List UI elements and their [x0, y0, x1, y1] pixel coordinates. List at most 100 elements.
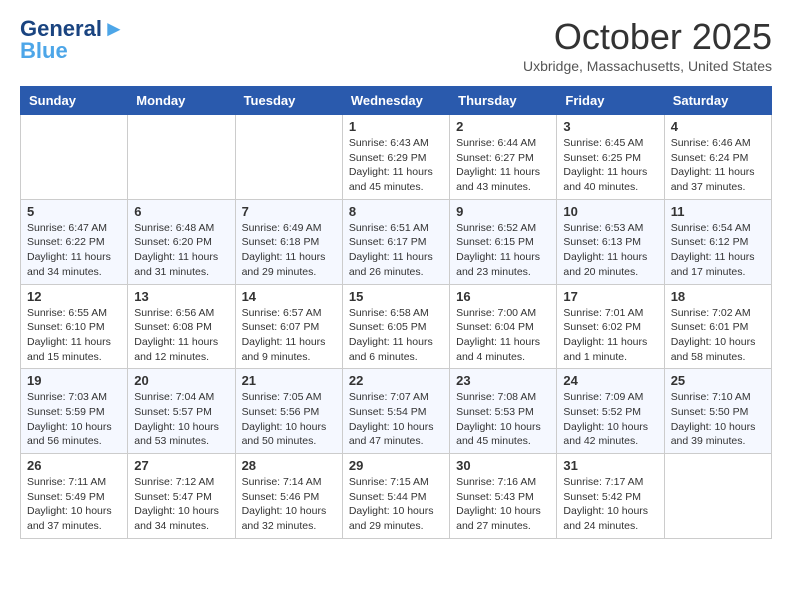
day-number: 24 [563, 373, 657, 388]
day-info: Sunrise: 7:02 AM Sunset: 6:01 PM Dayligh… [671, 306, 765, 365]
calendar-cell: 1 Sunrise: 6:43 AM Sunset: 6:29 PM Daylig… [342, 115, 449, 200]
logo-blue: Blue [20, 38, 68, 64]
day-number: 23 [456, 373, 550, 388]
calendar-cell: 18 Sunrise: 7:02 AM Sunset: 6:01 PM Dayli… [664, 284, 771, 369]
day-info: Sunrise: 7:07 AM Sunset: 5:54 PM Dayligh… [349, 390, 443, 449]
day-number: 22 [349, 373, 443, 388]
header: General ► Blue October 2025 Uxbridge, Ma… [20, 16, 772, 74]
day-info: Sunrise: 6:51 AM Sunset: 6:17 PM Dayligh… [349, 221, 443, 280]
day-number: 26 [27, 458, 121, 473]
calendar-cell: 25Sunrise: 7:10 AM Sunset: 5:50 PM Dayli… [664, 369, 771, 454]
logo: General ► Blue [20, 16, 125, 64]
day-number: 21 [242, 373, 336, 388]
day-number: 11 [671, 204, 765, 219]
day-info: Sunrise: 7:09 AM Sunset: 5:52 PM Dayligh… [563, 390, 657, 449]
day-number: 20 [134, 373, 228, 388]
calendar-week-1: 1 Sunrise: 6:43 AM Sunset: 6:29 PM Daylig… [21, 115, 772, 200]
calendar-cell: 23 Sunrise: 7:08 AM Sunset: 5:53 PM Dayli… [450, 369, 557, 454]
day-number: 29 [349, 458, 443, 473]
day-number: 25 [671, 373, 765, 388]
day-number: 17 [563, 289, 657, 304]
day-info: Sunrise: 7:04 AM Sunset: 5:57 PM Dayligh… [134, 390, 228, 449]
calendar-cell: 29 Sunrise: 7:15 AM Sunset: 5:44 PM Dayli… [342, 454, 449, 539]
calendar-cell: 9Sunrise: 6:52 AM Sunset: 6:15 PM Daylig… [450, 199, 557, 284]
calendar-cell: 27Sunrise: 7:12 AM Sunset: 5:47 PM Dayli… [128, 454, 235, 539]
day-info: Sunrise: 7:16 AM Sunset: 5:43 PM Dayligh… [456, 475, 550, 534]
day-info: Sunrise: 6:57 AM Sunset: 6:07 PM Dayligh… [242, 306, 336, 365]
day-info: Sunrise: 6:43 AM Sunset: 6:29 PM Dayligh… [349, 136, 443, 195]
calendar-cell: 24 Sunrise: 7:09 AM Sunset: 5:52 PM Dayli… [557, 369, 664, 454]
day-number: 12 [27, 289, 121, 304]
calendar-cell: 26Sunrise: 7:11 AM Sunset: 5:49 PM Dayli… [21, 454, 128, 539]
day-number: 1 [349, 119, 443, 134]
day-number: 6 [134, 204, 228, 219]
day-number: 14 [242, 289, 336, 304]
calendar-week-2: 5Sunrise: 6:47 AM Sunset: 6:22 PM Daylig… [21, 199, 772, 284]
day-info: Sunrise: 6:53 AM Sunset: 6:13 PM Dayligh… [563, 221, 657, 280]
day-number: 13 [134, 289, 228, 304]
day-number: 31 [563, 458, 657, 473]
day-info: Sunrise: 7:17 AM Sunset: 5:42 PM Dayligh… [563, 475, 657, 534]
day-number: 18 [671, 289, 765, 304]
day-info: Sunrise: 6:52 AM Sunset: 6:15 PM Dayligh… [456, 221, 550, 280]
calendar-cell: 3 Sunrise: 6:45 AM Sunset: 6:25 PM Daylig… [557, 115, 664, 200]
day-info: Sunrise: 6:48 AM Sunset: 6:20 PM Dayligh… [134, 221, 228, 280]
day-number: 5 [27, 204, 121, 219]
calendar-cell: 21 Sunrise: 7:05 AM Sunset: 5:56 PM Dayli… [235, 369, 342, 454]
day-info: Sunrise: 6:44 AM Sunset: 6:27 PM Dayligh… [456, 136, 550, 195]
calendar-cell: 11 Sunrise: 6:54 AM Sunset: 6:12 PM Dayli… [664, 199, 771, 284]
day-info: Sunrise: 6:56 AM Sunset: 6:08 PM Dayligh… [134, 306, 228, 365]
day-number: 10 [563, 204, 657, 219]
day-info: Sunrise: 7:03 AM Sunset: 5:59 PM Dayligh… [27, 390, 121, 449]
day-number: 27 [134, 458, 228, 473]
weekday-header-thursday: Thursday [450, 87, 557, 115]
day-info: Sunrise: 7:08 AM Sunset: 5:53 PM Dayligh… [456, 390, 550, 449]
calendar-cell: 19 Sunrise: 7:03 AM Sunset: 5:59 PM Dayli… [21, 369, 128, 454]
day-number: 16 [456, 289, 550, 304]
weekday-header-wednesday: Wednesday [342, 87, 449, 115]
weekday-header-monday: Monday [128, 87, 235, 115]
calendar-cell [21, 115, 128, 200]
calendar-cell: 14 Sunrise: 6:57 AM Sunset: 6:07 PM Dayli… [235, 284, 342, 369]
calendar-cell [128, 115, 235, 200]
weekday-header-tuesday: Tuesday [235, 87, 342, 115]
weekday-header-saturday: Saturday [664, 87, 771, 115]
weekday-header-sunday: Sunday [21, 87, 128, 115]
weekday-header-friday: Friday [557, 87, 664, 115]
day-info: Sunrise: 7:01 AM Sunset: 6:02 PM Dayligh… [563, 306, 657, 365]
day-number: 2 [456, 119, 550, 134]
calendar-cell: 2 Sunrise: 6:44 AM Sunset: 6:27 PM Daylig… [450, 115, 557, 200]
calendar-week-3: 12 Sunrise: 6:55 AM Sunset: 6:10 PM Dayli… [21, 284, 772, 369]
calendar-cell: 17 Sunrise: 7:01 AM Sunset: 6:02 PM Dayli… [557, 284, 664, 369]
calendar-header-row: SundayMondayTuesdayWednesdayThursdayFrid… [21, 87, 772, 115]
day-info: Sunrise: 7:15 AM Sunset: 5:44 PM Dayligh… [349, 475, 443, 534]
calendar-cell: 12 Sunrise: 6:55 AM Sunset: 6:10 PM Dayli… [21, 284, 128, 369]
calendar-table: SundayMondayTuesdayWednesdayThursdayFrid… [20, 86, 772, 539]
calendar-cell: 28 Sunrise: 7:14 AM Sunset: 5:46 PM Dayli… [235, 454, 342, 539]
calendar-cell: 4Sunrise: 6:46 AM Sunset: 6:24 PM Daylig… [664, 115, 771, 200]
day-info: Sunrise: 6:54 AM Sunset: 6:12 PM Dayligh… [671, 221, 765, 280]
day-info: Sunrise: 6:45 AM Sunset: 6:25 PM Dayligh… [563, 136, 657, 195]
day-number: 28 [242, 458, 336, 473]
day-number: 19 [27, 373, 121, 388]
calendar-cell [664, 454, 771, 539]
calendar-cell: 22 Sunrise: 7:07 AM Sunset: 5:54 PM Dayli… [342, 369, 449, 454]
day-number: 7 [242, 204, 336, 219]
calendar-cell: 31 Sunrise: 7:17 AM Sunset: 5:42 PM Dayli… [557, 454, 664, 539]
calendar-cell: 20 Sunrise: 7:04 AM Sunset: 5:57 PM Dayli… [128, 369, 235, 454]
day-info: Sunrise: 7:14 AM Sunset: 5:46 PM Dayligh… [242, 475, 336, 534]
day-info: Sunrise: 6:55 AM Sunset: 6:10 PM Dayligh… [27, 306, 121, 365]
calendar-week-5: 26Sunrise: 7:11 AM Sunset: 5:49 PM Dayli… [21, 454, 772, 539]
calendar-cell: 16Sunrise: 7:00 AM Sunset: 6:04 PM Dayli… [450, 284, 557, 369]
calendar-cell: 13 Sunrise: 6:56 AM Sunset: 6:08 PM Dayli… [128, 284, 235, 369]
logo-arrow-icon: ► [103, 16, 125, 42]
title-area: October 2025 Uxbridge, Massachusetts, Un… [523, 16, 772, 74]
day-info: Sunrise: 6:58 AM Sunset: 6:05 PM Dayligh… [349, 306, 443, 365]
calendar-cell: 8Sunrise: 6:51 AM Sunset: 6:17 PM Daylig… [342, 199, 449, 284]
day-info: Sunrise: 7:05 AM Sunset: 5:56 PM Dayligh… [242, 390, 336, 449]
calendar-week-4: 19 Sunrise: 7:03 AM Sunset: 5:59 PM Dayli… [21, 369, 772, 454]
page: General ► Blue October 2025 Uxbridge, Ma… [0, 0, 792, 559]
day-number: 3 [563, 119, 657, 134]
day-info: Sunrise: 6:46 AM Sunset: 6:24 PM Dayligh… [671, 136, 765, 195]
calendar-cell: 5Sunrise: 6:47 AM Sunset: 6:22 PM Daylig… [21, 199, 128, 284]
